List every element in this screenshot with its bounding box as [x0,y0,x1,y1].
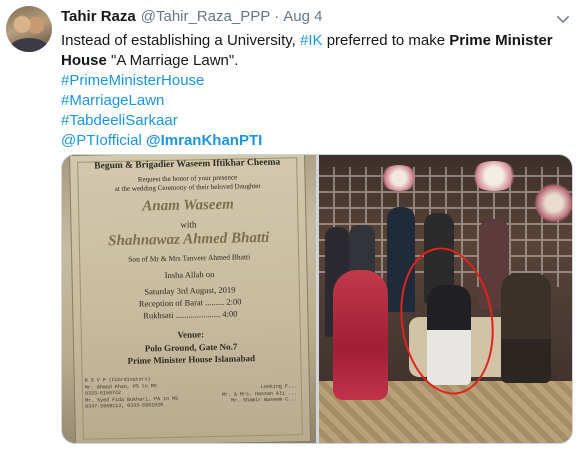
text-bold-segment: Prime Minister [449,32,553,49]
card-rsvp-left: R S V P (Coordinators) Mr. Ahmad Khan, P… [84,376,179,410]
flower-decoration [469,161,519,191]
tweet-text-line-2: House "A Marriage Lawn". [61,51,566,71]
chevron-down-icon[interactable] [554,10,572,28]
bride-figure [333,270,388,400]
text-bold-segment: House [61,52,107,69]
author-name[interactable]: Tahir Raza [61,8,136,25]
author-avatar[interactable] [6,6,52,52]
tweet-card[interactable]: Tahir Raza @Tahir_Raza_PPP · Aug 4 Inste… [0,0,582,450]
tweet-text-line-1: Instead of establishing a University, #I… [61,31,566,51]
hashtag-ik[interactable]: #IK [300,32,323,49]
hashtag-marriagelawn[interactable]: #MarriageLawn [61,92,164,109]
hashtag-tabdeelisarkaar[interactable]: #TabdeeliSarkaar [61,112,178,129]
seated-guest-figure [501,273,551,383]
tweet-header: Tahir Raza @Tahir_Raza_PPP · Aug 4 [61,8,322,30]
card-rsvp-right: Looking F... Mr. & Mrs. Hassan Ali ... M… [221,383,298,404]
flower-decoration [534,183,572,223]
text-segment: preferred to make [322,32,450,49]
author-handle[interactable]: @Tahir_Raza_PPP [141,8,270,25]
photo-wedding-stage[interactable] [319,155,572,443]
text-segment: "A Marriage Lawn". [106,52,239,69]
invitation-card: Begum & Brigadier Waseem Iftikhar Cheema… [69,155,312,443]
photo-invitation-card[interactable]: Begum & Brigadier Waseem Iftikhar Cheema… [62,155,316,443]
flower-decoration [379,165,419,191]
mention-imrankhanpti[interactable]: @ImranKhanPTI [146,132,262,149]
tweet-date[interactable]: Aug 4 [283,8,322,25]
header-separator: · [274,8,280,25]
tweet-text: Instead of establishing a University, #I… [61,31,566,151]
hashtag-primeministerhouse[interactable]: #PrimeMinisterHouse [61,72,204,89]
media-grid: Begum & Brigadier Waseem Iftikhar Cheema… [61,154,573,444]
text-segment: Instead of establishing a University, [61,32,301,49]
avatar-figure [10,38,48,52]
mention-ptiofficial[interactable]: @PTIofficial [61,132,142,149]
